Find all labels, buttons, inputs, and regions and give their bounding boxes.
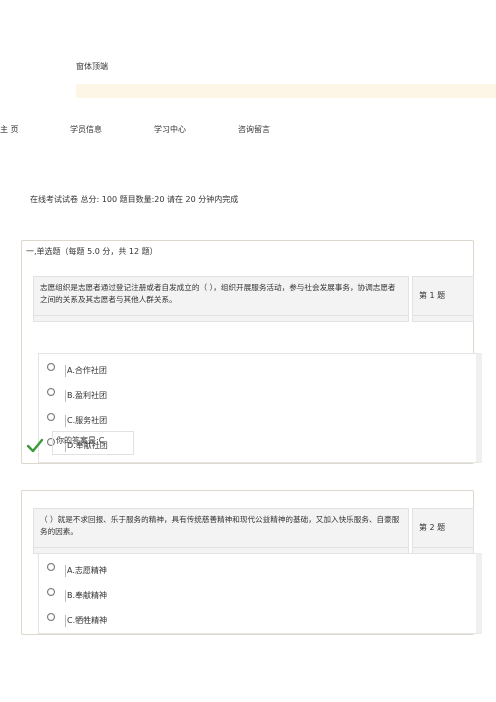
option-label: B.奉献精神 (65, 590, 108, 602)
option-label: A.志愿精神 (65, 565, 107, 577)
form-top-title: 窗体顶端 (76, 62, 108, 71)
question-number: 第 1 题 (412, 276, 474, 322)
answer-row: 你的答案是:C (26, 431, 456, 457)
nav-home[interactable]: 主 页 (0, 124, 19, 135)
question-text-content: （ ）就是不求回报、乐于服务的精神，具有传统慈善精神和现代公益精神的基础，又加入… (40, 515, 400, 536)
question-number: 第 2 题 (412, 508, 474, 554)
question-text-content: 志愿组织是志愿者通过登记注册或者自发成立的（ ），组织开展服务活动，参与社会发展… (40, 283, 396, 304)
section-heading: 一,单选题（每题 5.0 分，共 12 题） (26, 247, 158, 256)
nav-learning-center[interactable]: 学习中心 (154, 124, 186, 135)
your-answer: 你的答案是:C (52, 431, 134, 455)
question-number-label: 第 1 题 (419, 291, 446, 300)
question-section-1: 一,单选题（每题 5.0 分，共 12 题） 志愿组织是志愿者通过登记注册或者自… (21, 240, 482, 464)
radio-button[interactable] (47, 563, 55, 571)
question-row: 志愿组织是志愿者通过登记注册或者自发成立的（ ），组织开展服务活动，参与社会发展… (33, 276, 474, 322)
nav-student-info[interactable]: 学员信息 (70, 124, 102, 135)
option-a[interactable]: A.志愿精神 (43, 562, 463, 582)
exam-info: 在线考试试卷 总分: 100 题目数量:20 请在 20 分钟内完成 (30, 195, 239, 204)
option-label: C.牺牲精神 (65, 615, 108, 627)
question-row: （ ）就是不求回报、乐于服务的精神，具有传统慈善精神和现代公益精神的基础，又加入… (33, 508, 474, 554)
option-b[interactable]: B.奉献精神 (43, 587, 463, 607)
radio-button[interactable] (47, 388, 55, 396)
option-label: B.盈利社团 (65, 390, 108, 402)
main-nav: 主 页 学员信息 学习中心 咨询留言 (0, 124, 496, 136)
option-c[interactable]: C.牺牲精神 (43, 612, 463, 632)
nav-consult-message[interactable]: 咨询留言 (238, 124, 270, 135)
top-banner-bar (76, 84, 496, 98)
option-b[interactable]: B.盈利社团 (43, 387, 463, 407)
option-c[interactable]: C.服务社团 (43, 412, 463, 432)
option-label: C.服务社团 (65, 415, 108, 427)
radio-button[interactable] (47, 413, 55, 421)
check-icon (26, 438, 44, 453)
question-section-2: （ ）就是不求回报、乐于服务的精神，具有传统慈善精神和现代公益精神的基础，又加入… (21, 490, 482, 635)
radio-button[interactable] (47, 613, 55, 621)
radio-button[interactable] (47, 588, 55, 596)
options-panel: A.志愿精神 B.奉献精神 C.牺牲精神 (38, 553, 482, 634)
question-number-label: 第 2 题 (419, 523, 446, 532)
option-label: A.合作社团 (65, 365, 107, 377)
radio-button[interactable] (47, 363, 55, 371)
option-a[interactable]: A.合作社团 (43, 362, 463, 382)
question-text: 志愿组织是志愿者通过登记注册或者自发成立的（ ），组织开展服务活动，参与社会发展… (33, 276, 409, 322)
question-text: （ ）就是不求回报、乐于服务的精神，具有传统慈善精神和现代公益精神的基础，又加入… (33, 508, 409, 554)
